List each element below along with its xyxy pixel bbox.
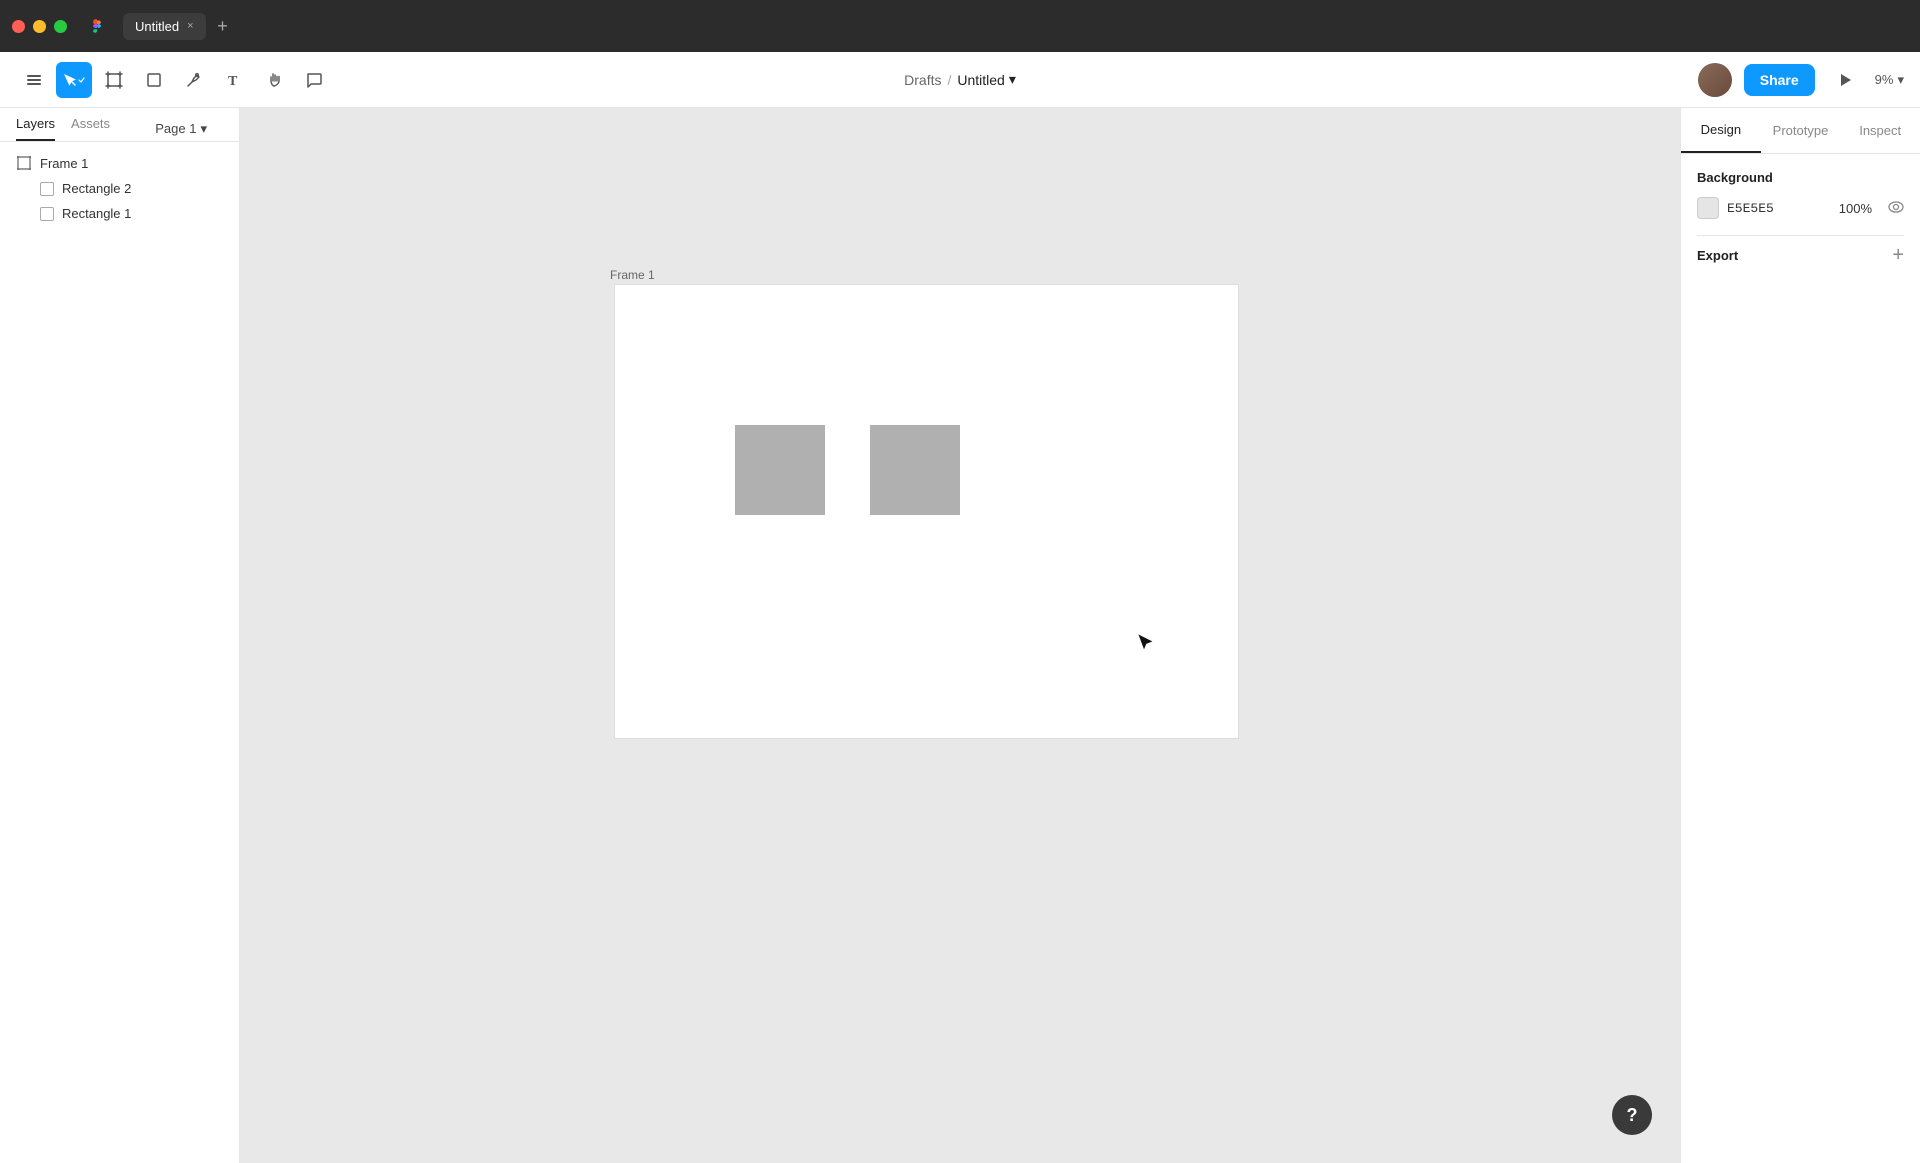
- page-selector[interactable]: Page 1 ▾: [139, 113, 223, 137]
- layer-item-rect2[interactable]: Rectangle 2: [0, 176, 239, 201]
- titlebar: Untitled × +: [0, 0, 1920, 52]
- background-color-value[interactable]: E5E5E5: [1727, 201, 1774, 216]
- hand-tool-button[interactable]: [256, 62, 292, 98]
- shape-tool-button[interactable]: [136, 62, 172, 98]
- frame-tool-button[interactable]: [96, 62, 132, 98]
- minimize-button[interactable]: [33, 20, 46, 33]
- frame-canvas[interactable]: [614, 284, 1239, 739]
- tab-prototype[interactable]: Prototype: [1761, 109, 1841, 152]
- export-add-button[interactable]: +: [1892, 244, 1904, 267]
- toolbar-left: T: [16, 62, 332, 98]
- rectangle-1-shape[interactable]: [870, 425, 960, 515]
- left-panel: Layers Assets Page 1 ▾: [0, 108, 240, 1163]
- layer-rect1-name: Rectangle 1: [62, 206, 131, 221]
- background-color-swatch[interactable]: [1697, 197, 1719, 219]
- play-button[interactable]: [1827, 62, 1863, 98]
- traffic-lights: [12, 20, 67, 33]
- comment-tool-button[interactable]: [296, 62, 332, 98]
- breadcrumb-drafts: Drafts: [904, 72, 941, 88]
- layers-list: Frame 1 Rectangle 2 Rectangle 1: [0, 142, 239, 1163]
- layer-item-frame1[interactable]: Frame 1: [0, 150, 239, 176]
- tab-inspect[interactable]: Inspect: [1840, 109, 1920, 152]
- tab-design[interactable]: Design: [1681, 108, 1761, 153]
- share-button[interactable]: Share: [1744, 64, 1815, 96]
- frame-icon: [16, 155, 32, 171]
- panel-tabs-row: Layers Assets Page 1 ▾: [0, 108, 239, 142]
- zoom-control[interactable]: 9% ▾: [1875, 72, 1904, 88]
- background-section-title: Background: [1697, 170, 1904, 185]
- tab-title: Untitled: [135, 19, 179, 34]
- avatar[interactable]: [1698, 63, 1732, 97]
- canvas-area[interactable]: Frame 1 ?: [240, 108, 1680, 1163]
- breadcrumb-separator: /: [947, 72, 951, 88]
- tab-close-icon[interactable]: ×: [187, 20, 193, 32]
- divider: [1697, 235, 1904, 236]
- maximize-button[interactable]: [54, 20, 67, 33]
- toolbar: T Drafts / Untitled ▾ Share: [0, 52, 1920, 108]
- rect2-checkbox: [40, 182, 54, 196]
- new-tab-button[interactable]: +: [210, 13, 236, 39]
- right-panel-content: Background E5E5E5 100% Export +: [1681, 154, 1920, 283]
- right-panel: Design Prototype Inspect Background E5E5…: [1680, 108, 1920, 1163]
- pen-tool-button[interactable]: [176, 62, 212, 98]
- visibility-toggle-icon[interactable]: [1888, 200, 1904, 216]
- breadcrumb[interactable]: Drafts / Untitled ▾: [904, 71, 1016, 88]
- main-content: Layers Assets Page 1 ▾: [0, 108, 1920, 1163]
- right-panel-tabs: Design Prototype Inspect: [1681, 108, 1920, 154]
- menu-button[interactable]: [16, 62, 52, 98]
- rect1-checkbox: [40, 207, 54, 221]
- export-section-row: Export +: [1697, 244, 1904, 267]
- layer-item-rect1[interactable]: Rectangle 1: [0, 201, 239, 226]
- close-button[interactable]: [12, 20, 25, 33]
- export-section-title: Export: [1697, 248, 1738, 263]
- layer-rect2-name: Rectangle 2: [62, 181, 131, 196]
- frame-label: Frame 1: [610, 268, 655, 282]
- file-name[interactable]: Untitled ▾: [957, 71, 1016, 88]
- help-button[interactable]: ?: [1612, 1095, 1652, 1135]
- layer-frame1-name: Frame 1: [40, 156, 88, 171]
- tab-bar: Untitled × +: [123, 13, 1908, 40]
- tab-assets[interactable]: Assets: [71, 108, 110, 141]
- svg-text:T: T: [228, 74, 238, 89]
- panel-tabs-inner: Layers Assets: [16, 108, 139, 141]
- rectangle-2-shape[interactable]: [735, 425, 825, 515]
- active-tab[interactable]: Untitled ×: [123, 13, 206, 40]
- background-opacity-value[interactable]: 100%: [1839, 201, 1872, 216]
- figma-logo[interactable]: [83, 12, 111, 40]
- text-tool-button[interactable]: T: [216, 62, 252, 98]
- background-color-row: E5E5E5 100%: [1697, 197, 1904, 219]
- tab-layers[interactable]: Layers: [16, 108, 55, 141]
- toolbar-right: Share 9% ▾: [1698, 62, 1904, 98]
- select-tool-button[interactable]: [56, 62, 92, 98]
